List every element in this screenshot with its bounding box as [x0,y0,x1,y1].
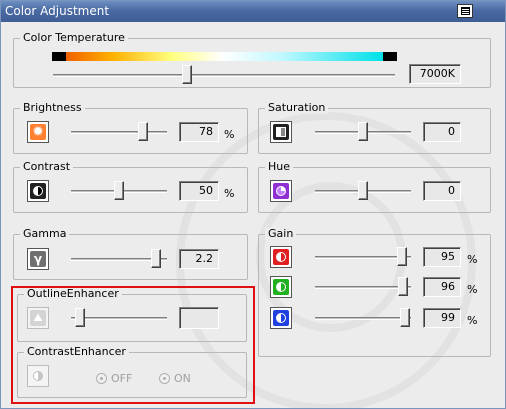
contrast-icon[interactable] [27,180,49,202]
color-adjustment-window: Color Adjustment Color Temperature 7000K… [0,0,506,409]
slider-track [315,286,411,289]
saturation-glyph [276,127,286,137]
sun-glyph: ✹ [32,124,44,140]
gain-red-unit: % [467,253,478,266]
color-temperature-slider[interactable] [53,65,395,85]
brightness-unit: % [224,128,235,141]
slider-track [53,74,395,77]
slider-track [71,131,167,134]
slider-thumb[interactable] [138,122,148,141]
hue-title: Hue [265,160,294,173]
gamma-value: 2.2 [179,249,219,269]
title-bar: Color Adjustment [1,1,505,22]
contrast-slider[interactable] [71,181,167,201]
hue-icon[interactable] [270,180,292,202]
saturation-icon[interactable] [270,121,292,143]
gain-blue-unit: % [467,314,478,327]
slider-thumb[interactable] [398,277,408,296]
slider-thumb[interactable] [182,65,192,84]
blue-glyph [276,313,286,323]
gain-green-value: 96 [423,277,461,297]
gain-green-unit: % [467,283,478,296]
gain-green-slider[interactable] [315,277,411,297]
color-temperature-title: Color Temperature [20,31,128,44]
gain-red-value: 95 [423,247,461,267]
hue-slider[interactable] [315,181,411,201]
slider-thumb[interactable] [397,247,407,266]
contrast-value: 50 [179,181,219,201]
saturation-slider[interactable] [315,122,411,142]
gain-blue-icon[interactable] [270,307,292,329]
slider-thumb[interactable] [151,249,161,268]
highlight-box [11,286,255,404]
slider-thumb[interactable] [400,308,410,327]
gamma-glyph: γ [33,252,43,266]
slider-thumb[interactable] [358,181,368,200]
brightness-value: 78 [179,122,219,142]
saturation-value: 0 [423,122,461,142]
gamma-slider[interactable] [71,249,167,269]
saturation-title: Saturation [265,101,329,114]
gain-red-slider[interactable] [315,247,411,267]
hue-value: 0 [423,181,461,201]
gain-blue-value: 99 [423,308,461,328]
red-glyph [276,252,286,262]
hue-glyph [276,186,286,196]
gain-blue-slider[interactable] [315,308,411,328]
contrast-title: Contrast [20,160,74,173]
slider-track [315,317,411,320]
gain-title: Gain [265,227,297,240]
window-icon [461,7,470,15]
contrast-glyph [33,186,43,196]
window-menu-button[interactable] [457,4,473,18]
green-glyph [276,282,286,292]
gamma-title: Gamma [20,227,70,240]
color-temperature-value: 7000K [409,64,461,84]
brightness-title: Brightness [20,101,85,114]
gain-red-icon[interactable] [270,246,292,268]
gain-green-icon[interactable] [270,276,292,298]
brightness-slider[interactable] [71,122,167,142]
window-title: Color Adjustment [5,4,110,18]
contrast-unit: % [224,187,235,200]
slider-thumb[interactable] [358,122,368,141]
color-temperature-gradient [52,52,397,61]
brightness-icon[interactable]: ✹ [27,121,49,143]
slider-thumb[interactable] [114,181,124,200]
gamma-icon[interactable]: γ [27,248,49,270]
